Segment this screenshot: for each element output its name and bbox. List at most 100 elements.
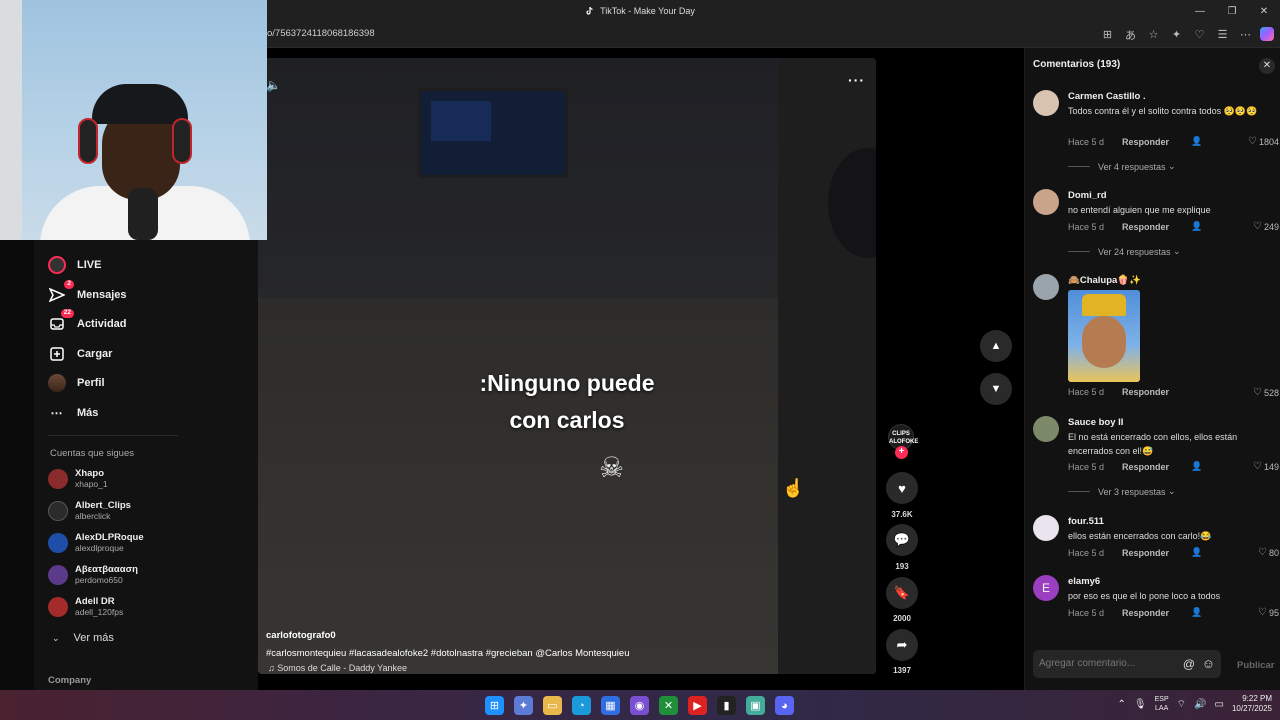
browser-essentials-icon[interactable]: ♡ bbox=[1191, 26, 1208, 43]
close-window-icon[interactable]: ✕ bbox=[1248, 0, 1280, 22]
minimize-icon[interactable]: — bbox=[1184, 0, 1216, 22]
app-icon[interactable]: ◉ bbox=[630, 696, 649, 715]
comment-author[interactable]: elamy6 bbox=[1068, 576, 1100, 587]
file-explorer-icon[interactable]: ▭ bbox=[543, 696, 562, 715]
previous-video-button[interactable]: ▲ bbox=[980, 330, 1012, 362]
favorite-star-icon[interactable]: ☆ bbox=[1145, 26, 1162, 43]
emoji-icon[interactable]: ☺ bbox=[1202, 656, 1215, 671]
volume-icon[interactable]: 🔈 bbox=[266, 78, 281, 92]
video-music[interactable]: ♫ Somos de Calle - Daddy Yankee bbox=[268, 663, 407, 673]
youtube-icon[interactable]: ▶ bbox=[688, 696, 707, 715]
copilot-app-icon[interactable]: ✦ bbox=[514, 696, 533, 715]
video-author[interactable]: carlofotografo0 bbox=[266, 630, 336, 641]
comment-like-count: 249 bbox=[1263, 221, 1279, 232]
video-player[interactable]: 🔈 ··· :Ninguno puede con carlos ☠ carlof… bbox=[258, 58, 876, 674]
avatar[interactable] bbox=[1033, 274, 1059, 300]
store-icon[interactable]: ▦ bbox=[601, 696, 620, 715]
language-indicator[interactable]: ESP LAA bbox=[1155, 695, 1169, 713]
share-button[interactable]: ➦ bbox=[886, 629, 918, 661]
reply-button[interactable]: Responder bbox=[1122, 462, 1169, 472]
comment-like-button[interactable]: ♡ 528 bbox=[1253, 387, 1279, 398]
view-replies-button[interactable]: Ver 3 respuestas ⌄ bbox=[1068, 486, 1176, 497]
sticker-image[interactable] bbox=[1068, 290, 1140, 382]
extensions-icon[interactable]: ✦ bbox=[1168, 26, 1185, 43]
next-video-button[interactable]: ▼ bbox=[980, 373, 1012, 405]
view-replies-button[interactable]: Ver 24 respuestas ⌄ bbox=[1068, 246, 1181, 257]
save-button[interactable]: 🔖 bbox=[886, 577, 918, 609]
follow-plus-icon[interactable]: + bbox=[895, 446, 908, 459]
collections-icon[interactable]: ☰ bbox=[1214, 26, 1231, 43]
sidebar-item-upload[interactable]: Cargar bbox=[48, 343, 112, 365]
reply-button[interactable]: Responder bbox=[1122, 222, 1169, 232]
comment-like-button[interactable]: ♡ 80 bbox=[1258, 547, 1279, 558]
reply-button[interactable]: Responder bbox=[1122, 137, 1169, 147]
copilot-icon[interactable] bbox=[1260, 27, 1274, 41]
comment-bubble-icon: 💬 bbox=[893, 532, 911, 547]
volume-tray-icon[interactable]: 🔊 bbox=[1194, 699, 1206, 710]
comment-author[interactable]: Carmen Castillo . bbox=[1068, 91, 1146, 102]
see-more-label: Ver más bbox=[73, 632, 114, 644]
following-item[interactable]: Albert_Clips alberclick bbox=[48, 500, 131, 521]
comment-author[interactable]: Sauce boy II bbox=[1068, 417, 1123, 428]
sidebar-item-activity[interactable]: 22 Actividad bbox=[48, 309, 127, 335]
following-item[interactable]: Aβεατβαααση perdomo650 bbox=[48, 564, 138, 585]
sidebar-item-live[interactable]: LIVE bbox=[48, 254, 101, 276]
following-name: Aβεατβαααση bbox=[75, 564, 138, 575]
like-button[interactable]: ♥ bbox=[886, 472, 918, 504]
comment-like-button[interactable]: ♡ 1804 bbox=[1248, 136, 1279, 147]
battery-icon[interactable]: ▭ bbox=[1215, 699, 1224, 710]
url-text[interactable]: o/7563724118068186398 bbox=[267, 28, 375, 39]
sidebar-item-label: Mensajes bbox=[77, 289, 127, 301]
avatar[interactable] bbox=[1033, 189, 1059, 215]
xbox-icon[interactable]: ✕ bbox=[659, 696, 678, 715]
app-available-icon[interactable]: ⊞ bbox=[1099, 26, 1116, 43]
discord-icon[interactable]: ◕ bbox=[775, 696, 794, 715]
view-replies-label: Ver 4 respuestas bbox=[1098, 161, 1166, 172]
avatar[interactable] bbox=[1033, 416, 1059, 442]
reply-button[interactable]: Responder bbox=[1122, 387, 1169, 397]
following-item[interactable]: Xhapo xhapo_1 bbox=[48, 468, 108, 489]
chevron-up-icon[interactable]: ⌃ bbox=[1118, 699, 1126, 710]
add-comment-input[interactable]: Agregar comentario... @ ☺ bbox=[1033, 650, 1221, 678]
reply-button[interactable]: Responder bbox=[1122, 548, 1169, 558]
following-item[interactable]: Adell DR adell_120fps bbox=[48, 596, 123, 617]
following-item[interactable]: AlexDLPRoque alexdlproque bbox=[48, 532, 144, 553]
avatar[interactable]: E bbox=[1033, 575, 1059, 601]
video-hashtags[interactable]: #carlosmontequieu #lacasadealofoke2 #dot… bbox=[266, 648, 630, 659]
comment-like-button[interactable]: ♡ 95 bbox=[1258, 607, 1279, 618]
comment-text: por eso es que el lo pone loco a todos bbox=[1068, 591, 1221, 601]
reply-button[interactable]: Responder bbox=[1122, 608, 1169, 618]
clock[interactable]: 9:22 PM 10/27/2025 bbox=[1232, 694, 1272, 714]
app-icon[interactable]: ▣ bbox=[746, 696, 765, 715]
heart-outline-icon: ♡ bbox=[1258, 547, 1267, 558]
avatar[interactable] bbox=[1033, 90, 1059, 116]
menu-dots-icon[interactable]: ⋯ bbox=[1237, 26, 1254, 43]
mention-icon[interactable]: @ bbox=[1183, 657, 1195, 671]
publish-button[interactable]: Publicar bbox=[1237, 660, 1275, 671]
company-link[interactable]: Company bbox=[48, 675, 91, 686]
comment-like-count: 528 bbox=[1263, 387, 1279, 398]
comment-author[interactable]: four.511 bbox=[1068, 516, 1104, 527]
microphone-icon[interactable]: 🎙 bbox=[1134, 699, 1147, 710]
comment-like-button[interactable]: ♡ 149 bbox=[1253, 461, 1279, 472]
stats-icon[interactable]: ▮ bbox=[717, 696, 736, 715]
activity-badge: 22 bbox=[60, 309, 74, 318]
comment-author[interactable]: 🙈Chalupa🍿✨ bbox=[1068, 275, 1141, 286]
close-comments-button[interactable]: ✕ bbox=[1259, 58, 1275, 74]
windows-start-icon[interactable]: ⊞ bbox=[485, 696, 504, 715]
avatar[interactable] bbox=[1033, 515, 1059, 541]
see-more-button[interactable]: ⌄ Ver más bbox=[52, 632, 114, 644]
comment-like-button[interactable]: ♡ 249 bbox=[1253, 221, 1279, 232]
more-options-icon[interactable]: ··· bbox=[848, 72, 865, 88]
sidebar-item-messages[interactable]: 2 Mensajes bbox=[48, 280, 127, 306]
wifi-icon[interactable]: ⌔ bbox=[1177, 698, 1186, 711]
mouse-cursor-icon: ☝ bbox=[782, 478, 805, 498]
translate-icon[interactable]: あ bbox=[1122, 26, 1139, 43]
comment-author[interactable]: Domi_rd bbox=[1068, 190, 1107, 201]
edge-icon[interactable]: ◔ bbox=[572, 696, 591, 715]
maximize-icon[interactable]: ❐ bbox=[1216, 0, 1248, 22]
sidebar-item-more[interactable]: ⋯ Más bbox=[48, 402, 99, 424]
view-replies-button[interactable]: Ver 4 respuestas ⌄ bbox=[1068, 161, 1176, 172]
sidebar-item-profile[interactable]: Perfil bbox=[48, 372, 105, 394]
comment-button[interactable]: 💬 bbox=[886, 524, 918, 556]
